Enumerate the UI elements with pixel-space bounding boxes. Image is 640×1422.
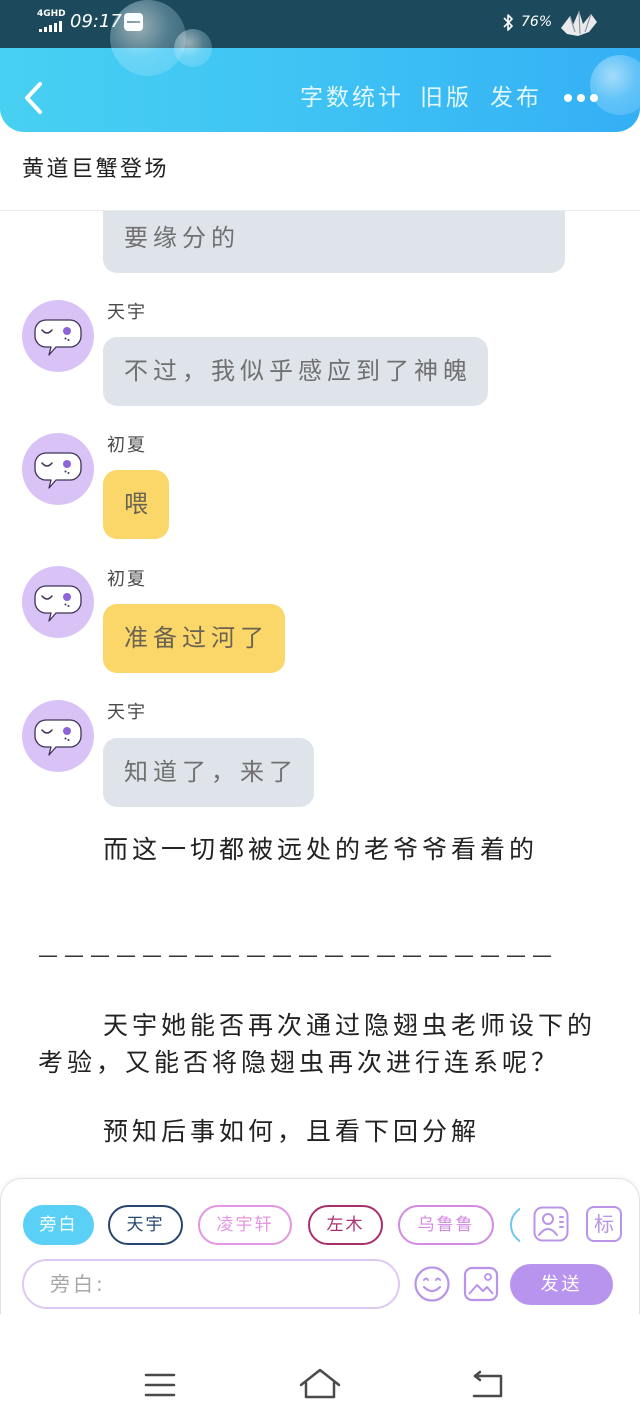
narration-paragraph[interactable]: 天宇她能否再次通过隐翅虫老师设下的考验，又能否将隐翅虫再次进行连系呢？ (38, 1007, 606, 1081)
speaker-name: 天宇 (107, 302, 147, 323)
chat-bubble-avatar-icon (22, 566, 94, 638)
app-header: 字数统计 旧版 发布 (0, 48, 640, 132)
story-content[interactable]: 要缘分的 天宇 不过，我似乎感应到了神魄 初夏 喂 初夏 准备过河了 天宇 知道… (0, 211, 640, 1178)
home-icon[interactable] (298, 1366, 342, 1400)
top-area: 4GHD 09:17 76% 字数统计 旧版 发布 (0, 0, 640, 132)
message-bubble[interactable]: 知道了，来了 (103, 738, 314, 807)
speaker-name: 初夏 (107, 569, 147, 590)
brand-logo-icon (561, 10, 597, 36)
role-manager-button[interactable] (533, 1206, 569, 1242)
image-icon (463, 1266, 499, 1302)
clock: 09:17 (70, 11, 122, 32)
emoji-button[interactable] (413, 1265, 451, 1303)
network-type: 4GHD (37, 9, 66, 19)
old-version-button[interactable]: 旧版 (420, 82, 472, 114)
role-chip[interactable]: 凌宇轩 (198, 1205, 292, 1245)
publish-button[interactable]: 发布 (490, 82, 542, 114)
back-button[interactable] (20, 78, 50, 118)
menu-icon[interactable] (144, 1372, 176, 1398)
role-selector: 旁白 天宇 凌宇轩 左木 乌鲁鲁 (23, 1204, 520, 1246)
message-composer: 旁白 天宇 凌宇轩 左木 乌鲁鲁 标 发送 (0, 1178, 640, 1314)
signal-icon (39, 21, 62, 32)
message-text: 要缘分的 (124, 224, 240, 252)
narration-text[interactable]: 而这一切都被远处的老爷爷看着的 (103, 832, 538, 868)
battery-level: 76% (521, 14, 553, 30)
chapter-title[interactable]: 黄道巨蟹登场 (22, 156, 169, 184)
chat-bubble-avatar-icon (22, 300, 94, 372)
chat-bubble-avatar-icon (22, 433, 94, 505)
message-bubble[interactable]: 要缘分的 (103, 211, 565, 273)
message-text: 不过，我似乎感应到了神魄 (124, 357, 472, 385)
speaker-avatar[interactable] (22, 433, 94, 505)
send-button[interactable]: 发送 (510, 1264, 613, 1305)
role-chip[interactable]: 乌鲁鲁 (398, 1205, 494, 1245)
word-count-button[interactable]: 字数统计 (300, 82, 404, 114)
role-chip[interactable]: 左木 (308, 1205, 383, 1245)
section-divider-dashes[interactable]: ———————————————————— (38, 937, 558, 973)
tag-button[interactable]: 标 (586, 1206, 622, 1242)
chat-bubble-avatar-icon (22, 700, 94, 772)
role-chip-partial[interactable] (510, 1205, 520, 1245)
message-bubble[interactable]: 不过，我似乎感应到了神魄 (103, 337, 488, 406)
person-card-icon (533, 1206, 569, 1242)
message-text: 知道了，来了 (124, 758, 298, 786)
tag-button-label: 标 (594, 1212, 614, 1236)
message-input[interactable] (22, 1259, 400, 1309)
speaker-avatar[interactable] (22, 300, 94, 372)
message-bubble[interactable]: 喂 (103, 470, 169, 539)
status-bar: 4GHD 09:17 76% (0, 0, 640, 48)
more-dots-icon[interactable] (562, 92, 598, 104)
image-button[interactable] (463, 1266, 499, 1302)
chevron-left-icon (25, 82, 42, 114)
speaker-name: 初夏 (107, 435, 147, 456)
smiley-icon (414, 1266, 450, 1302)
message-text: 喂 (124, 490, 153, 518)
role-chip-narrator[interactable]: 旁白 (23, 1205, 94, 1245)
message-bubble[interactable]: 准备过河了 (103, 604, 285, 673)
decorative-bubble (590, 55, 640, 115)
speaker-avatar[interactable] (22, 700, 94, 772)
back-icon[interactable] (470, 1370, 506, 1400)
speaker-name: 天宇 (107, 702, 147, 723)
speaker-avatar[interactable] (22, 566, 94, 638)
bluetooth-icon (503, 14, 513, 31)
message-text: 准备过河了 (124, 624, 269, 652)
narration-text[interactable]: 预知后事如何，且看下回分解 (103, 1114, 480, 1150)
role-chip[interactable]: 天宇 (108, 1205, 183, 1245)
app-notification-icon (124, 13, 143, 31)
